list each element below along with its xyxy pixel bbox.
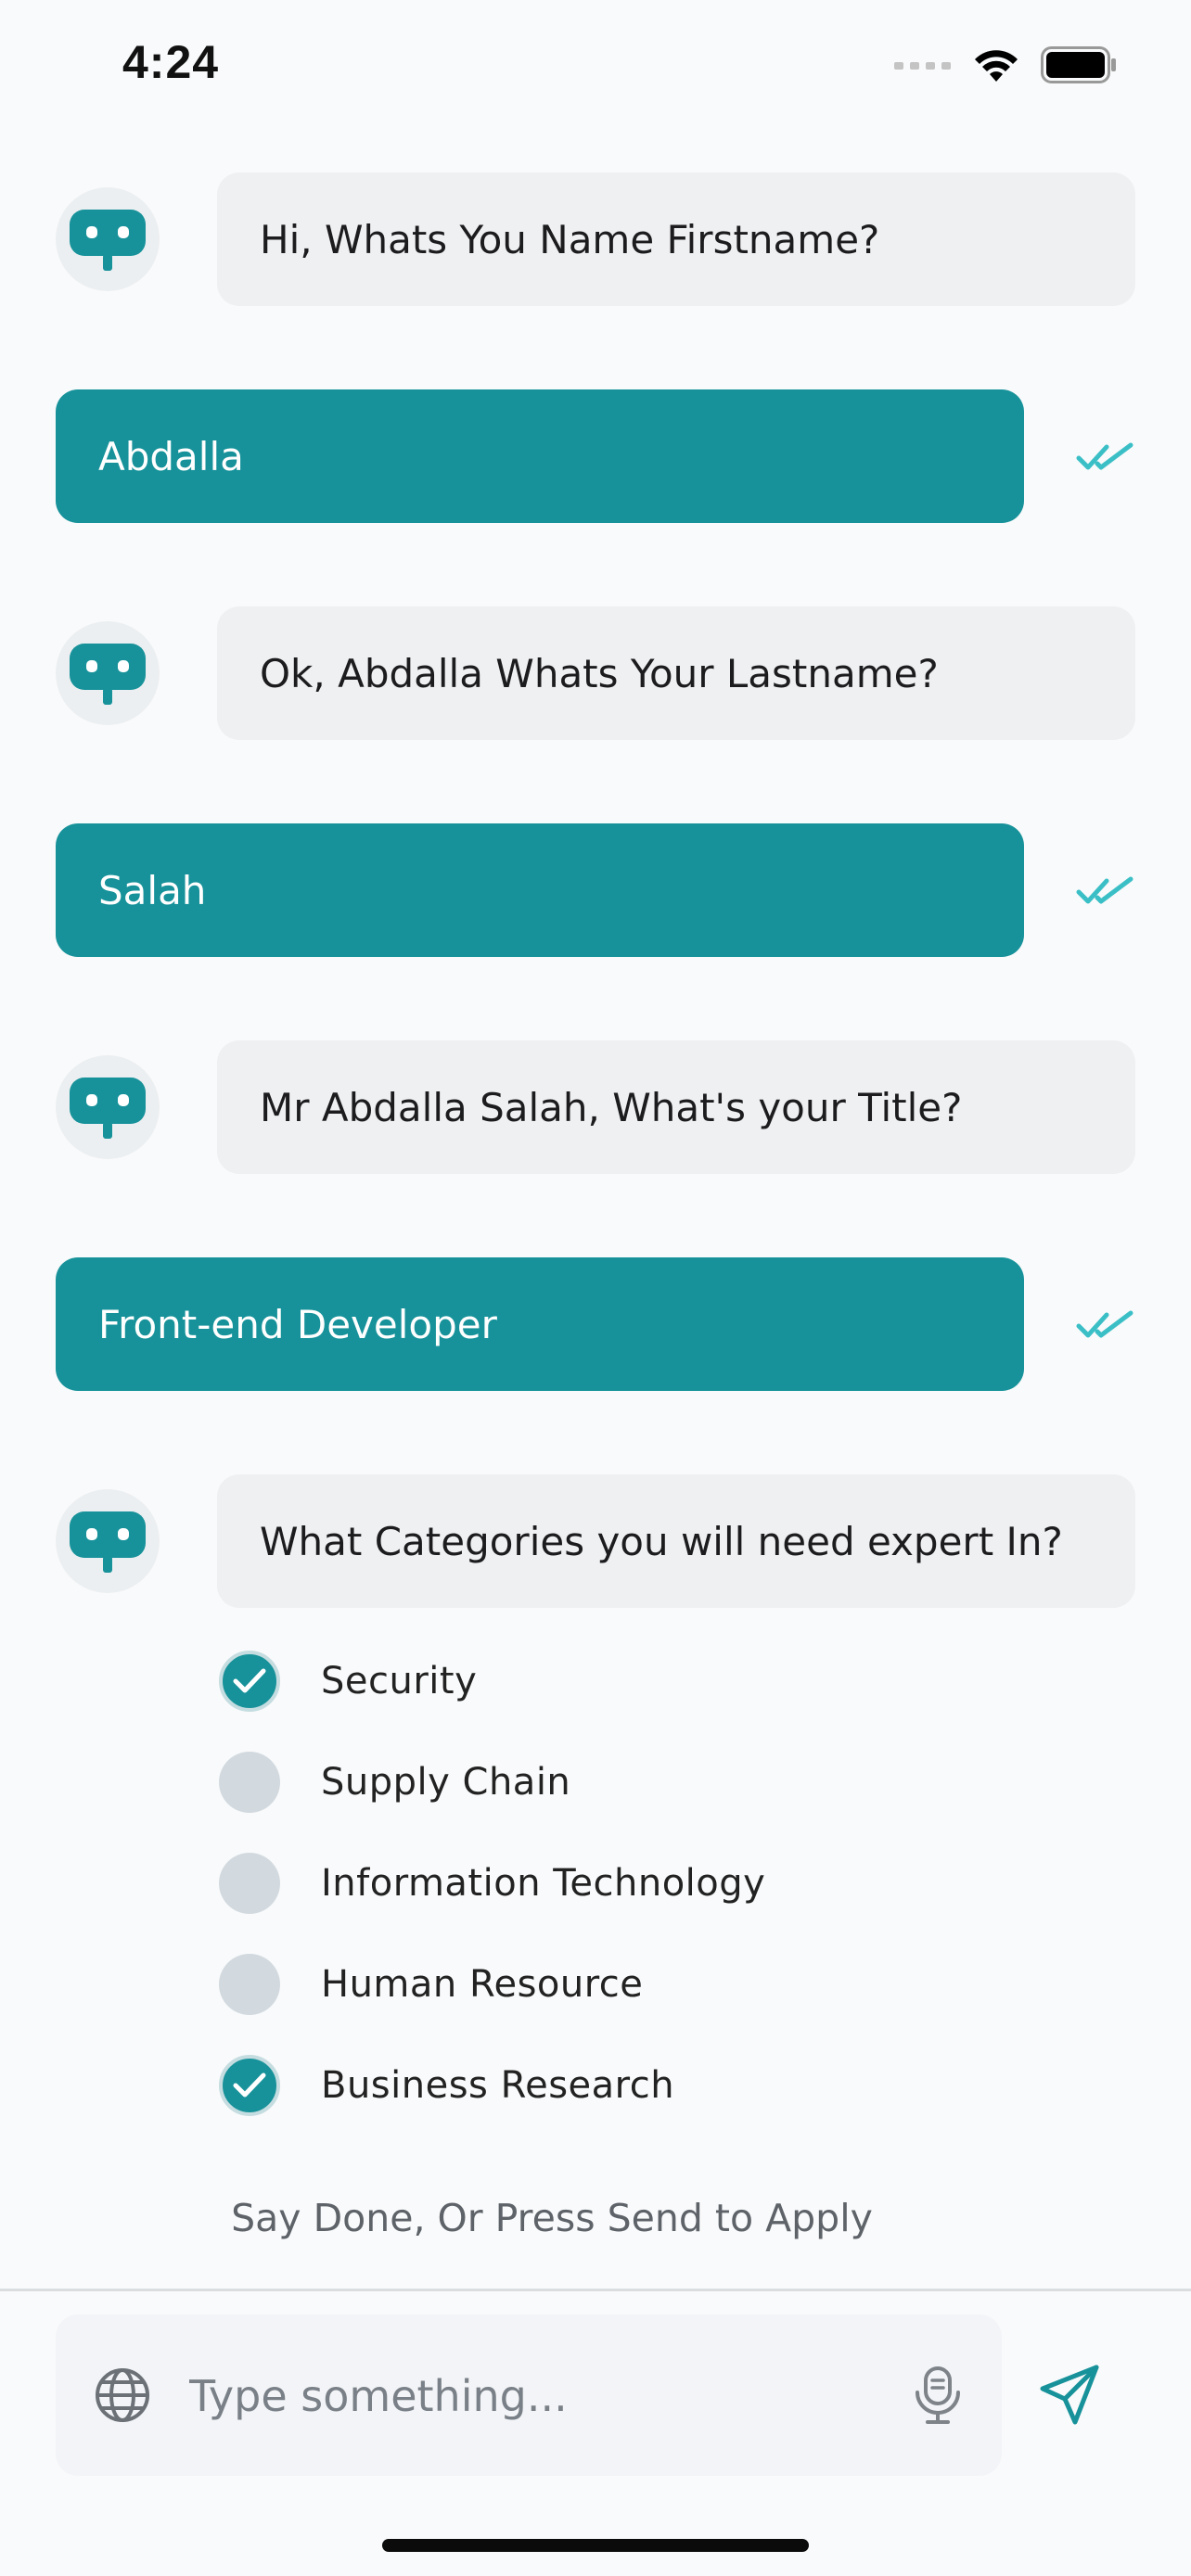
- user-message-text: Salah: [56, 823, 1024, 957]
- bot-message-text: What Categories you will need expert In?: [217, 1474, 1135, 1608]
- status-time: 4:24: [122, 36, 220, 88]
- option-label: Supply Chain: [321, 1761, 571, 1804]
- bot-avatar-icon: [56, 187, 160, 291]
- message-input[interactable]: [187, 2355, 896, 2437]
- bot-message: Ok, Abdalla Whats Your Lastname?: [56, 606, 1135, 740]
- user-message-text: Abdalla: [56, 389, 1024, 523]
- option-information-technology[interactable]: Information Technology: [219, 1853, 1054, 1914]
- user-message: Front-end Developer: [56, 1257, 1135, 1391]
- option-business-research[interactable]: Business Research: [219, 2055, 1054, 2116]
- user-message: Salah: [56, 823, 1135, 957]
- bot-message-text: Hi, Whats You Name Firstname?: [217, 172, 1135, 306]
- status-bar: 4:24: [0, 0, 1191, 130]
- checked-radio-icon[interactable]: [219, 1651, 280, 1712]
- cellular-signal-icon: [894, 62, 951, 70]
- send-icon[interactable]: [1037, 2363, 1102, 2428]
- bot-message-text: Mr Abdalla Salah, What's your Title?: [217, 1040, 1135, 1174]
- globe-icon[interactable]: [93, 2366, 152, 2425]
- option-label: Information Technology: [321, 1862, 766, 1905]
- bot-avatar-icon: [56, 621, 160, 725]
- option-label: Business Research: [321, 2064, 675, 2107]
- user-message: Abdalla: [56, 389, 1135, 523]
- option-label: Security: [321, 1660, 478, 1702]
- double-check-icon: [1076, 442, 1133, 470]
- unchecked-radio-icon[interactable]: [219, 1853, 280, 1914]
- option-label: Human Resource: [321, 1963, 644, 2006]
- double-check-icon: [1076, 876, 1133, 904]
- user-message-text: Front-end Developer: [56, 1257, 1024, 1391]
- battery-icon: [1041, 46, 1116, 83]
- microphone-icon[interactable]: [913, 2365, 963, 2426]
- unchecked-radio-icon[interactable]: [219, 1954, 280, 2015]
- bot-message: What Categories you will need expert In?: [56, 1474, 1135, 1608]
- checked-radio-icon[interactable]: [219, 2055, 280, 2116]
- option-supply-chain[interactable]: Supply Chain: [219, 1752, 1054, 1813]
- bot-avatar-icon: [56, 1489, 160, 1593]
- apply-hint: Say Done, Or Press Send to Apply: [231, 2196, 873, 2240]
- status-icons: [894, 46, 1117, 83]
- bot-avatar-icon: [56, 1055, 160, 1159]
- wifi-icon: [975, 50, 1018, 82]
- bot-message: Mr Abdalla Salah, What's your Title?: [56, 1040, 1135, 1174]
- bot-message: Hi, Whats You Name Firstname?: [56, 172, 1135, 306]
- double-check-icon: [1076, 1310, 1133, 1338]
- message-composer: [56, 2315, 1002, 2476]
- category-options: Security Supply Chain Information Techno…: [219, 1651, 1054, 2156]
- bot-message-text: Ok, Abdalla Whats Your Lastname?: [217, 606, 1135, 740]
- unchecked-radio-icon[interactable]: [219, 1752, 280, 1813]
- option-security[interactable]: Security: [219, 1651, 1054, 1712]
- composer-divider: [0, 2289, 1191, 2291]
- home-indicator[interactable]: [382, 2539, 809, 2552]
- option-human-resource[interactable]: Human Resource: [219, 1954, 1054, 2015]
